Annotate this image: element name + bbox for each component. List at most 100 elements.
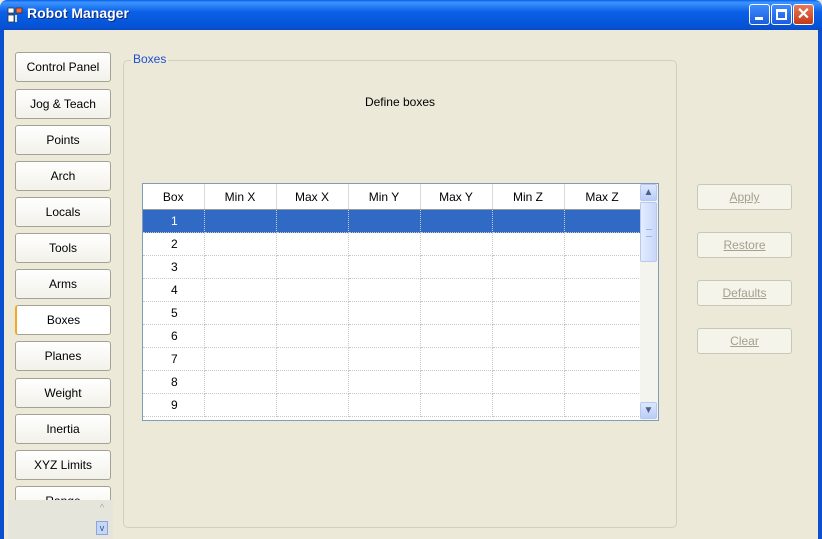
scroll-up-arrow-icon[interactable]: ▲ [640, 184, 657, 201]
row-number[interactable]: 2 [143, 232, 205, 256]
cell[interactable] [564, 232, 641, 256]
cell[interactable] [276, 232, 349, 256]
apply-button[interactable]: Apply [697, 184, 792, 210]
column-header-max-z[interactable]: Max Z [564, 184, 641, 210]
table-row[interactable]: 7 [143, 347, 641, 371]
column-header-box[interactable]: Box [143, 184, 205, 210]
column-header-max-x[interactable]: Max X [276, 184, 349, 210]
column-header-max-y[interactable]: Max Y [420, 184, 493, 210]
title-bar[interactable]: Robot Manager ✕ [0, 0, 822, 30]
cell[interactable] [348, 324, 421, 348]
cell[interactable] [276, 209, 349, 233]
row-number[interactable]: 7 [143, 347, 205, 371]
nav-item-arms[interactable]: Arms [15, 269, 111, 299]
nav-item-inertia[interactable]: Inertia [15, 414, 111, 444]
cell[interactable] [348, 278, 421, 302]
cell[interactable] [204, 370, 277, 394]
cell[interactable] [276, 255, 349, 279]
table-row[interactable]: 2 [143, 232, 641, 256]
row-number[interactable]: 8 [143, 370, 205, 394]
minimize-button[interactable] [749, 4, 770, 25]
cell[interactable] [276, 324, 349, 348]
cell[interactable] [492, 301, 565, 325]
cell[interactable] [420, 347, 493, 371]
column-header-min-z[interactable]: Min Z [492, 184, 565, 210]
restore-button[interactable]: Restore [697, 232, 792, 258]
row-number[interactable]: 3 [143, 255, 205, 279]
clear-button[interactable]: Clear [697, 328, 792, 354]
cell[interactable] [564, 347, 641, 371]
nav-item-tools[interactable]: Tools [15, 233, 111, 263]
cell[interactable] [420, 278, 493, 302]
cell[interactable] [348, 255, 421, 279]
nav-item-boxes[interactable]: Boxes [15, 305, 111, 335]
row-number[interactable]: 5 [143, 301, 205, 325]
cell[interactable] [204, 324, 277, 348]
boxes-grid[interactable]: Box Min X Max X Min Y Max Y Min Z Max Z … [142, 183, 659, 421]
nav-item-control-panel[interactable]: Control Panel [15, 52, 111, 82]
cell[interactable] [420, 324, 493, 348]
cell[interactable] [204, 232, 277, 256]
cell[interactable] [348, 347, 421, 371]
nav-item-jog-teach[interactable]: Jog & Teach [15, 89, 111, 119]
cell[interactable] [492, 255, 565, 279]
cell[interactable] [276, 278, 349, 302]
cell[interactable] [276, 347, 349, 371]
cell[interactable] [564, 370, 641, 394]
cell[interactable] [492, 393, 565, 417]
scroll-down-arrow-icon[interactable]: ▼ [640, 402, 657, 419]
cell[interactable] [492, 232, 565, 256]
cell[interactable] [564, 393, 641, 417]
column-header-min-y[interactable]: Min Y [348, 184, 421, 210]
table-row[interactable]: 1 [143, 209, 641, 233]
row-number[interactable]: 4 [143, 278, 205, 302]
cell[interactable] [420, 301, 493, 325]
cell[interactable] [420, 393, 493, 417]
cell[interactable] [348, 232, 421, 256]
row-number[interactable]: 6 [143, 324, 205, 348]
cell[interactable] [564, 209, 641, 233]
table-row[interactable]: 4 [143, 278, 641, 302]
cell[interactable] [348, 301, 421, 325]
cell[interactable] [204, 347, 277, 371]
cell[interactable] [348, 370, 421, 394]
table-row[interactable]: 3 [143, 255, 641, 279]
nav-scroll-down-icon[interactable]: v [96, 521, 108, 535]
cell[interactable] [420, 232, 493, 256]
cell[interactable] [204, 209, 277, 233]
cell[interactable] [204, 301, 277, 325]
row-number[interactable]: 9 [143, 393, 205, 417]
defaults-button[interactable]: Defaults [697, 280, 792, 306]
grid-vertical-scrollbar[interactable]: ▲ ▼ [640, 184, 658, 420]
column-header-min-x[interactable]: Min X [204, 184, 277, 210]
nav-item-xyz-limits[interactable]: XYZ Limits [15, 450, 111, 480]
cell[interactable] [492, 209, 565, 233]
nav-item-points[interactable]: Points [15, 125, 111, 155]
cell[interactable] [492, 324, 565, 348]
cell[interactable] [492, 347, 565, 371]
cell[interactable] [564, 301, 641, 325]
cell[interactable] [492, 370, 565, 394]
nav-item-planes[interactable]: Planes [15, 341, 111, 371]
maximize-button[interactable] [771, 4, 792, 25]
table-row[interactable]: 5 [143, 301, 641, 325]
table-row[interactable]: 9 [143, 393, 641, 417]
table-row[interactable]: 8 [143, 370, 641, 394]
cell[interactable] [276, 301, 349, 325]
cell[interactable] [420, 370, 493, 394]
nav-scroll-up-icon[interactable]: ^ [96, 503, 108, 517]
nav-item-arch[interactable]: Arch [15, 161, 111, 191]
row-number[interactable]: 1 [143, 209, 205, 233]
cell[interactable] [564, 255, 641, 279]
cell[interactable] [348, 393, 421, 417]
cell[interactable] [204, 255, 277, 279]
cell[interactable] [420, 255, 493, 279]
cell[interactable] [276, 393, 349, 417]
nav-item-weight[interactable]: Weight [15, 378, 111, 408]
cell[interactable] [420, 209, 493, 233]
cell[interactable] [204, 278, 277, 302]
scroll-thumb[interactable] [640, 202, 657, 262]
cell[interactable] [204, 393, 277, 417]
cell[interactable] [564, 278, 641, 302]
close-button[interactable]: ✕ [793, 4, 814, 25]
